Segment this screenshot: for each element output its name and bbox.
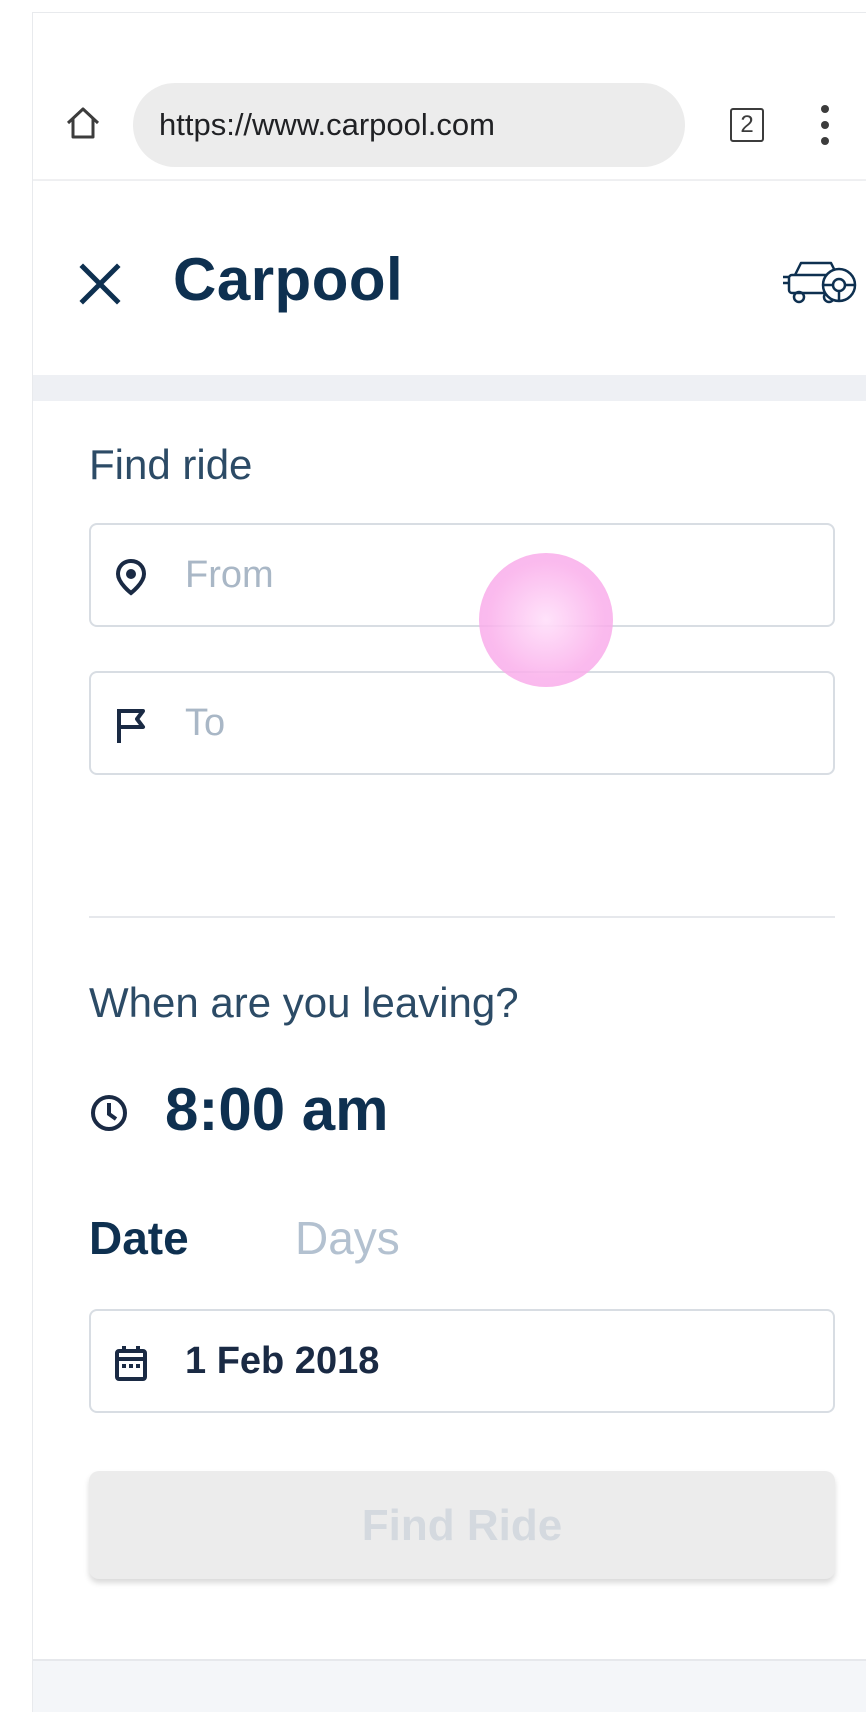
close-icon[interactable] [75,259,125,309]
flag-icon [117,709,145,743]
browser-toolbar: https://www.carpool.com 2 [33,13,866,181]
to-input[interactable] [185,673,785,773]
tab-date[interactable]: Date [89,1211,189,1265]
tab-switcher-button[interactable]: 2 [730,108,764,142]
clock-icon [91,1095,127,1131]
date-field[interactable]: 1 Feb 2018 [89,1309,835,1413]
more-vert-icon[interactable] [821,105,829,145]
header-shadow-strip [33,375,866,401]
find-ride-button[interactable]: Find Ride [89,1471,835,1579]
time-value[interactable]: 8:00 am [165,1075,388,1144]
leaving-question: When are you leaving? [89,979,519,1026]
to-field[interactable] [89,671,835,775]
page-title: Carpool [173,246,404,313]
car-icon[interactable] [781,255,861,311]
date-value: 1 Feb 2018 [185,1340,380,1382]
find-ride-label: Find ride [89,441,253,488]
home-icon[interactable] [63,103,103,143]
browser-window: https://www.carpool.com 2 Carpool Find r… [32,12,866,1712]
calendar-icon [115,1346,147,1381]
divider [89,916,835,918]
app-header: Carpool [33,181,866,375]
url-text: https://www.carpool.com [159,107,495,142]
location-pin-icon [115,558,147,596]
from-field[interactable] [89,523,835,627]
tab-days[interactable]: Days [295,1211,400,1265]
touch-indicator [479,553,613,687]
address-bar[interactable]: https://www.carpool.com [133,83,685,167]
find-ride-card: Find ride When are you leaving? 8:00 am [33,401,866,1661]
